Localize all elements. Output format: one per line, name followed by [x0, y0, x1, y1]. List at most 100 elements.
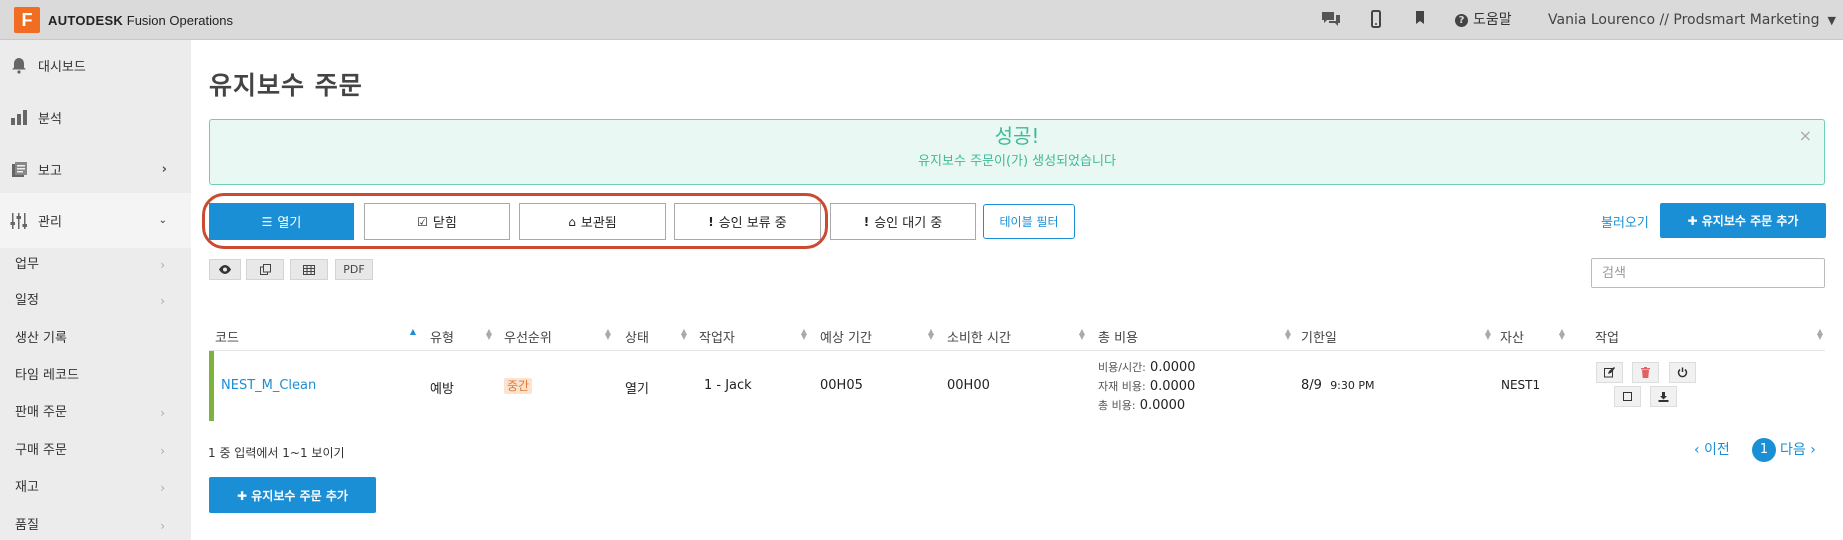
delete-icon[interactable] [1632, 362, 1659, 383]
bookmark-icon[interactable] [1415, 10, 1425, 31]
chevron-right-icon: › [160, 444, 165, 458]
sort-icon[interactable]: ▲ ▼ [800, 328, 808, 341]
table-divider [209, 350, 1825, 351]
sidebar-subitem-label: 판매 주문 [15, 405, 67, 420]
sidebar-subitem-tasks[interactable]: 업무 › [15, 255, 175, 275]
prev-page-link[interactable]: ‹ 이전 [1694, 439, 1730, 459]
help-label: 도움말 [1473, 12, 1512, 28]
close-icon[interactable]: × [1799, 126, 1812, 145]
sort-icon[interactable]: ▲ ▼ [927, 328, 935, 341]
download-icon[interactable] [1650, 386, 1677, 407]
next-page-link[interactable]: 다음 › [1780, 439, 1816, 459]
table-icon[interactable] [290, 259, 328, 280]
sidebar-subitem-label: 구매 주문 [15, 443, 67, 458]
chevron-down-icon: ▼ [1827, 14, 1836, 27]
column-header-worker[interactable]: 작업자 [699, 327, 735, 346]
help-link[interactable]: ? 도움말 [1455, 10, 1512, 30]
annotation-highlight [202, 193, 828, 249]
priority-badge: 중간 [504, 378, 533, 394]
row-status-bar [209, 351, 214, 421]
sidebar-subitem-inventory[interactable]: 재고 › [15, 478, 175, 498]
chevron-right-icon: › [160, 481, 165, 495]
column-header-due-date[interactable]: 기한일 [1301, 327, 1337, 346]
total-cost-label: 총 비용: [1098, 399, 1136, 412]
column-header-total-cost[interactable]: 총 비용 [1098, 327, 1138, 346]
cell-type: 예방 [430, 382, 454, 397]
eye-icon[interactable] [209, 259, 241, 280]
material-cost-value: 0.0000 [1149, 379, 1196, 394]
sidebar-item-label: 보고 [38, 163, 62, 179]
tab-label: 승인 대기 중 [874, 216, 943, 231]
sidebar-subitem-schedule[interactable]: 일정 › [15, 291, 175, 311]
sidebar-subitem-production-records[interactable]: 생산 기록 [15, 329, 175, 349]
tab-approval-waiting[interactable]: ! 승인 대기 중 [830, 203, 976, 240]
due-date: 8/9 [1301, 378, 1322, 393]
sidebar-subitem-sales-orders[interactable]: 판매 주문 › [15, 403, 175, 423]
search-input[interactable] [1591, 258, 1825, 288]
cell-status: 열기 [625, 382, 649, 397]
mobile-icon[interactable] [1371, 10, 1381, 33]
edit-icon[interactable] [1596, 362, 1623, 383]
chevron-right-icon: › [160, 258, 165, 272]
add-maintenance-order-button[interactable]: ✚ 유지보수 주문 추가 [1660, 203, 1826, 238]
cost-per-hour-value: 0.0000 [1150, 360, 1196, 375]
sidebar-subitem-purchase-orders[interactable]: 구매 주문 › [15, 441, 175, 461]
copy-icon[interactable] [246, 259, 284, 280]
chevron-right-icon: › [160, 294, 165, 308]
sort-icon[interactable]: ▲ ▼ [1484, 328, 1492, 341]
main-content: 유지보수 주문 성공! 유지보수 주문이(가) 생성되었습니다 × ☰ 열기 ☑… [191, 40, 1843, 540]
chat-icon[interactable] [1320, 10, 1342, 33]
alert-title: 성공! [994, 124, 1040, 148]
sort-asc-icon[interactable]: ▲ [409, 328, 417, 336]
column-header-consumed-time[interactable]: 소비한 시간 [947, 327, 1011, 346]
sort-icon[interactable]: ▲ ▼ [1558, 328, 1566, 341]
autodesk-logo[interactable]: F AUTODESK Fusion Operations [14, 7, 233, 33]
user-menu[interactable]: Vania Lourenco // Prodsmart Marketing ▼ [1548, 10, 1836, 31]
sort-icon[interactable]: ▲ ▼ [604, 328, 612, 341]
sidebar-subitem-label: 업무 [15, 257, 39, 272]
column-header-asset[interactable]: 자산 [1500, 327, 1524, 346]
column-header-actions: 작업 [1595, 331, 1619, 346]
add-maintenance-order-bottom-button[interactable]: ✚ 유지보수 주문 추가 [209, 477, 376, 513]
checkbox-icon[interactable] [1614, 386, 1641, 407]
top-bar: F AUTODESK Fusion Operations ? 도움말 Vania… [0, 0, 1843, 40]
column-header-status[interactable]: 상태 [625, 327, 649, 346]
sidebar-item-reports[interactable]: 보고 › [0, 152, 191, 186]
exclamation-icon: ! [863, 214, 870, 229]
load-link[interactable]: 불러오기 [1601, 212, 1649, 231]
pagination-summary: 1 중 입력에서 1~1 보이기 [208, 446, 345, 460]
chevron-right-icon: › [160, 519, 165, 533]
material-cost-label: 자재 비용: [1098, 380, 1146, 393]
brand-name: AUTODESK [48, 12, 124, 28]
order-code-link[interactable]: NEST_M_Clean [221, 378, 316, 393]
sort-icon[interactable]: ▲ ▼ [1284, 328, 1292, 341]
chevron-down-icon: ⌄ [158, 215, 167, 226]
fusion-logo-icon: F [14, 7, 40, 33]
sidebar-subitem-label: 타임 레코드 [15, 368, 79, 383]
column-header-code[interactable]: 코드 [215, 327, 239, 346]
sidebar-item-dashboard[interactable]: 대시보드 [0, 50, 191, 80]
cell-consumed-time: 00H00 [947, 378, 990, 393]
bar-chart-icon [0, 109, 38, 125]
column-header-priority[interactable]: 우선순위 [504, 327, 552, 346]
sort-icon[interactable]: ▲ ▼ [680, 328, 688, 341]
pdf-button[interactable]: PDF [335, 259, 373, 280]
power-icon[interactable] [1669, 362, 1696, 383]
sort-icon[interactable]: ▲ ▼ [1078, 328, 1086, 341]
page-number-1[interactable]: 1 [1752, 438, 1776, 462]
column-header-expected-duration[interactable]: 예상 기간 [820, 327, 872, 346]
table-filter-button[interactable]: 테이블 필터 [983, 204, 1075, 239]
sidebar-subitem-quality[interactable]: 품질 › [15, 516, 175, 536]
sidebar-item-label: 대시보드 [38, 59, 86, 75]
column-header-type[interactable]: 유형 [430, 327, 454, 346]
due-time: 9:30 PM [1330, 379, 1375, 392]
sidebar-subitem-label: 일정 [15, 293, 39, 308]
bell-icon [0, 57, 38, 74]
sidebar-item-analytics[interactable]: 분석 [0, 102, 191, 132]
user-label: Vania Lourenco // Prodsmart Marketing [1548, 12, 1820, 28]
sort-icon[interactable]: ▲ ▼ [485, 328, 493, 341]
sort-icon[interactable]: ▲ ▼ [1816, 328, 1824, 341]
success-alert: 성공! 유지보수 주문이(가) 생성되었습니다 × [209, 119, 1825, 185]
sidebar-subitem-time-records[interactable]: 타임 레코드 [15, 366, 175, 386]
sidebar-item-manage[interactable]: 관리 ⌄ [0, 193, 191, 248]
